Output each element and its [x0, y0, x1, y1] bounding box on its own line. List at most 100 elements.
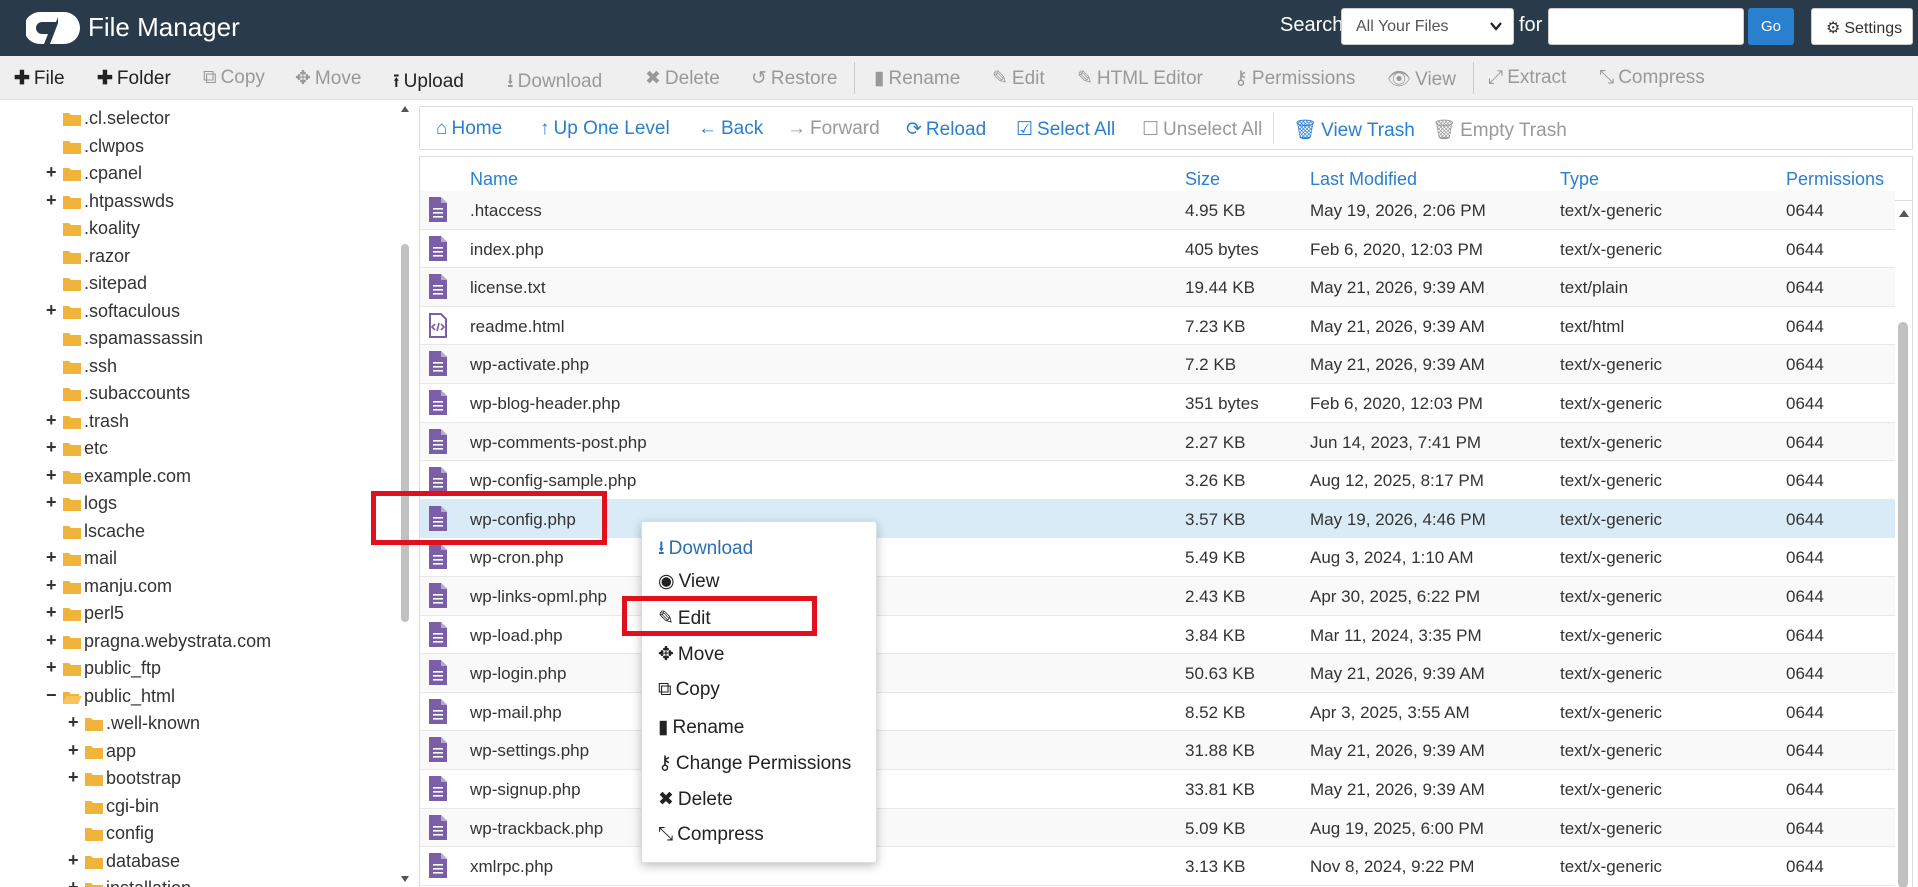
file-size: 7.2 KB [1185, 355, 1237, 375]
file-name[interactable]: .htaccess [470, 201, 542, 221]
unselect-all-button[interactable]: ☐ Unselect All [1142, 118, 1262, 141]
file-name[interactable]: wp-signup.php [470, 780, 581, 800]
upload-button[interactable]: ⭱ Upload [393, 67, 464, 99]
column-type[interactable]: Type [1560, 169, 1599, 190]
table-row[interactable]: wp-blog-header.php 351 bytes Feb 6, 2020, … [420, 384, 1895, 423]
navigation-bar: ⌂ Home ↑ Up One Level ← Back → Forward ⟳ Relo… [419, 106, 1913, 150]
edit-button[interactable]: ✎ Edit [992, 67, 1045, 90]
expand-icon[interactable]: + [46, 602, 60, 623]
back-button[interactable]: ← Back [698, 118, 763, 140]
move-button[interactable]: ✥ Move [295, 67, 361, 90]
file-name[interactable]: wp-login.php [470, 664, 566, 684]
table-row[interactable]: wp-comments-post.php 2.27 KB Jun 14, 2023,… [420, 422, 1895, 462]
reload-label: Reload [925, 119, 987, 140]
view-button[interactable]: 👁 View [1387, 67, 1456, 91]
file-name[interactable]: wp-load.php [470, 626, 563, 646]
download-button[interactable]: ⭳ Download [507, 67, 602, 99]
extract-button[interactable]: ⤢ Extract [1488, 67, 1566, 89]
context-menu-rename[interactable]: ▮ Rename [658, 716, 744, 739]
context-menu-move[interactable]: ✥ Move [658, 643, 724, 666]
new-folder-button[interactable]: ✚ Folder [97, 67, 171, 90]
file-type: text/x-generic [1560, 857, 1663, 877]
reload-button[interactable]: ⟳ Reload [906, 118, 986, 141]
table-row[interactable]: index.php 405 bytes Feb 6, 2020, 12:03 PM t… [420, 230, 1895, 269]
file-name[interactable]: license.txt [470, 278, 546, 298]
expand-icon[interactable]: + [46, 300, 60, 321]
table-row[interactable]: license.txt 19.44 KB May 21, 2026, 9:39 AM… [420, 268, 1895, 307]
file-name[interactable]: xmlrpc.php [470, 857, 553, 877]
up-one-level-button[interactable]: ↑ Up One Level [540, 118, 670, 140]
file-name[interactable]: wp-settings.php [470, 741, 589, 761]
table-row[interactable]: wp-config-sample.php 3.26 KB Aug 12, 2025,… [420, 461, 1895, 500]
file-name[interactable]: wp-trackback.php [470, 819, 603, 839]
file-name[interactable]: wp-activate.php [470, 355, 589, 375]
file-name[interactable]: wp-cron.php [470, 548, 564, 568]
compress-button[interactable]: ⤡ Compress [1599, 67, 1705, 89]
expand-icon[interactable]: + [68, 740, 82, 761]
trash-icon: 🗑 [1293, 120, 1318, 141]
empty-trash-label: Empty Trash [1460, 120, 1567, 141]
expand-icon[interactable]: + [46, 575, 60, 596]
download-label: Download [517, 71, 603, 92]
file-name[interactable]: readme.html [470, 317, 564, 337]
forward-button[interactable]: → Forward [787, 118, 880, 140]
expand-icon[interactable]: + [46, 437, 60, 458]
file-name[interactable]: wp-links-opml.php [470, 587, 607, 607]
table-row[interactable]: readme.html 7.23 KB May 21, 2026, 9:39 AM t… [420, 307, 1895, 346]
context-menu-download[interactable]: ⭳ Download [658, 534, 753, 566]
column-size[interactable]: Size [1185, 169, 1220, 190]
tree-item-label: lscache [84, 520, 146, 541]
context-menu-change-permissions[interactable]: ⚷ Change Permissions [658, 752, 851, 775]
table-scroll-thumb[interactable] [1898, 322, 1908, 887]
context-menu-copy[interactable]: ⧉ Copy [658, 679, 720, 701]
expand-icon[interactable]: + [46, 630, 60, 651]
view-trash-button[interactable]: 🗑 View Trash [1293, 118, 1415, 142]
table-row[interactable]: .htaccess 4.95 KB May 19, 2026, 2:06 PM tex… [420, 191, 1895, 230]
expand-icon[interactable]: + [46, 492, 60, 513]
column-last-modified[interactable]: Last Modified [1310, 169, 1417, 190]
table-row[interactable]: wp-activate.php 7.2 KB May 21, 2026, 9:39 … [420, 345, 1895, 384]
expand-icon[interactable]: + [46, 162, 60, 183]
go-button[interactable]: Go [1748, 8, 1794, 45]
expand-icon[interactable]: + [46, 410, 60, 431]
context-menu-compress[interactable]: ⤡ Compress [658, 824, 764, 846]
new-file-button[interactable]: ✚ File [14, 67, 65, 90]
expand-icon[interactable]: + [68, 850, 82, 871]
expand-icon[interactable]: + [68, 877, 82, 887]
sidebar-scroll-thumb[interactable] [401, 244, 409, 622]
permissions-button[interactable]: ⚷ Permissions [1234, 67, 1355, 90]
tree-item-label: .spamassassin [84, 328, 204, 348]
expand-icon[interactable]: + [68, 767, 82, 788]
pencil-icon: ✎ [992, 68, 1008, 89]
home-button[interactable]: ⌂ Home [436, 118, 502, 140]
file-name[interactable]: wp-blog-header.php [470, 394, 620, 414]
search-input[interactable] [1548, 8, 1744, 45]
column-name[interactable]: Name [470, 169, 518, 190]
expand-icon[interactable]: + [46, 657, 60, 678]
context-menu-delete[interactable]: ✖ Delete [658, 788, 733, 811]
search-scope-select[interactable]: All Your Files [1341, 8, 1514, 45]
expand-icon[interactable]: + [46, 465, 60, 486]
html-editor-button[interactable]: ✎ HTML Editor [1077, 67, 1203, 90]
delete-button[interactable]: ✖ Delete [645, 67, 720, 90]
key-icon: ⚷ [658, 752, 672, 774]
empty-trash-button[interactable]: 🗑 Empty Trash [1432, 118, 1567, 142]
file-name[interactable]: wp-mail.php [470, 703, 562, 723]
copy-button[interactable]: ⧉ Copy [203, 67, 265, 89]
collapse-icon[interactable]: − [46, 685, 60, 706]
file-name[interactable]: index.php [470, 240, 544, 260]
restore-button[interactable]: ↺ Restore [751, 67, 837, 90]
settings-button[interactable]: ⚙ Settings [1811, 8, 1913, 45]
file-name[interactable]: wp-config-sample.php [470, 471, 636, 491]
view-label: View [1415, 69, 1456, 90]
context-menu-view[interactable]: ◉ View [658, 570, 719, 593]
expand-icon[interactable]: + [46, 547, 60, 568]
file-name[interactable]: wp-comments-post.php [470, 433, 647, 453]
column-permissions[interactable]: Permissions [1786, 169, 1884, 190]
expand-icon[interactable]: + [46, 190, 60, 211]
rename-button[interactable]: ▮ Rename [874, 67, 960, 90]
times-icon: ✖ [645, 68, 661, 89]
select-all-button[interactable]: ☑ Select All [1016, 118, 1115, 141]
file-permissions: 0644 [1786, 316, 1824, 336]
expand-icon[interactable]: + [68, 712, 82, 733]
